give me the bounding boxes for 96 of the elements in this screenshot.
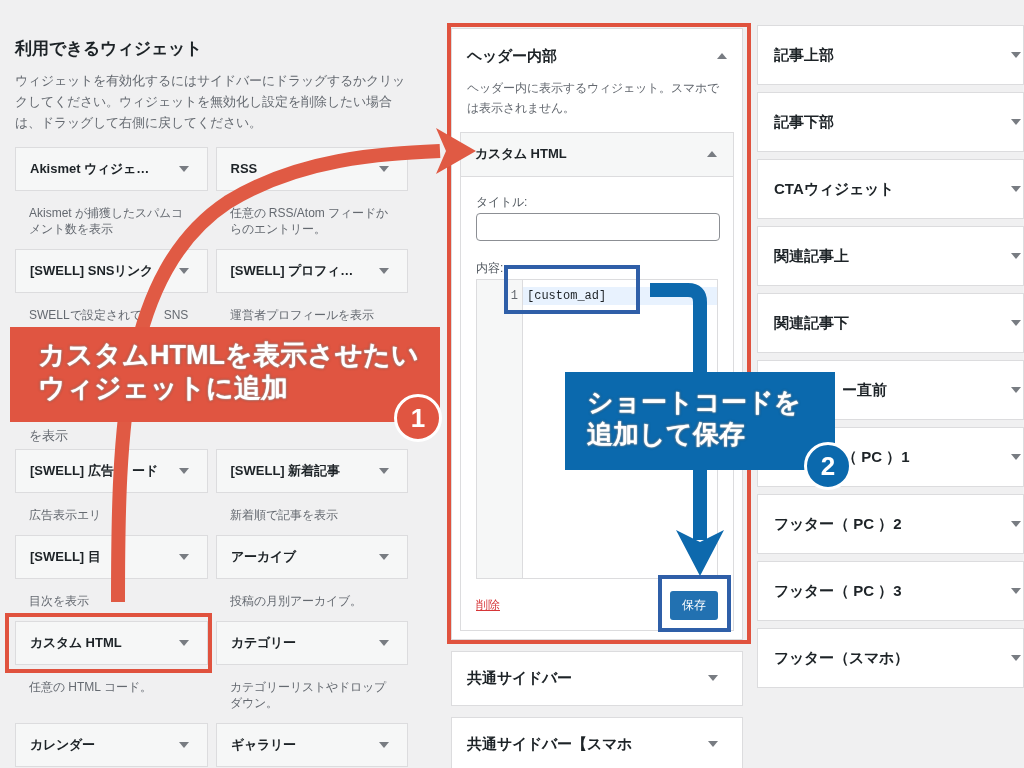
widget-description: Akismet が捕獲したスパムコメント数を表示 <box>29 205 184 237</box>
sidebar-panel[interactable]: CTAウィジェット <box>757 159 1024 219</box>
caret-down-icon[interactable] <box>379 268 389 274</box>
widget-title: RSS <box>230 160 258 179</box>
caret-down-icon[interactable] <box>178 468 189 474</box>
widget-description: を表示 <box>28 426 68 445</box>
sidebar-panel[interactable]: 関連記事下 <box>757 293 1024 353</box>
line-number: 1 <box>509 287 519 305</box>
section-title: 利用できるウィジェット <box>15 38 203 60</box>
widget-item[interactable]: [SWELL] 目 <box>15 535 208 579</box>
panel-title: ー直前 <box>842 379 887 400</box>
panel-title: CTAウィジェット <box>774 178 894 199</box>
caret-down-icon[interactable] <box>178 640 189 646</box>
panel-title: 記事上部 <box>774 44 834 65</box>
field-label: タイトル: <box>476 193 528 211</box>
widget-title: カスタム HTML <box>475 145 567 164</box>
panel-title: フッター（ PC ）2 <box>774 513 902 534</box>
widget-item[interactable]: [SWELL] プロフィ… <box>215 249 408 293</box>
panel-title: ヘッダー内部 <box>467 46 557 66</box>
widget-description: 任意の RSS/Atom フィードからのエントリー。 <box>229 205 390 237</box>
sidebar-panel[interactable]: フッター（スマホ） <box>757 628 1024 688</box>
widget-title: ギャラリー <box>230 736 296 755</box>
caret-down-icon[interactable] <box>1011 253 1021 259</box>
caret-down-icon[interactable] <box>708 741 718 747</box>
panel-description: ヘッダー内に表示するウィジェット。スマホでは表示されません。 <box>466 79 720 117</box>
sidebar-panel[interactable]: 共通サイドバー <box>451 650 743 706</box>
callout-text: カスタムHTMLを表示させたい <box>38 339 419 372</box>
widget-title: カレンダー <box>30 736 95 755</box>
sidebar-panel[interactable]: フッター（ PC ）2 <box>757 494 1024 554</box>
widget-title: アーカイブ <box>230 548 296 567</box>
callout-text: ウィジェットに追加 <box>38 372 288 405</box>
sidebar-panel[interactable]: 記事上部 <box>757 25 1024 85</box>
sidebar-panel[interactable]: フッター（ PC ）3 <box>757 561 1024 621</box>
widget-item[interactable]: [SWELL] 広告 ード <box>15 449 208 493</box>
caret-down-icon[interactable] <box>1011 52 1021 58</box>
sidebar-panel[interactable]: 関連記事上 <box>757 226 1024 286</box>
widget-title: カテゴリー <box>230 634 296 653</box>
caret-down-icon[interactable] <box>379 640 389 646</box>
widget-title: [SWELL] SNSリンク <box>30 262 154 281</box>
panel-title: 共通サイドバー <box>467 667 572 688</box>
caret-down-icon[interactable] <box>1011 119 1021 125</box>
panel-title: 記事下部 <box>774 111 834 132</box>
caret-down-icon[interactable] <box>379 554 389 560</box>
caret-down-icon[interactable] <box>1011 521 1021 527</box>
caret-down-icon[interactable] <box>178 166 189 172</box>
widget-item[interactable]: [SWELL] 新着記事 <box>215 449 408 493</box>
widget-description: 広告表示エリ <box>29 507 101 523</box>
panel-title: フッター（スマホ） <box>774 647 909 668</box>
widget-description: 運営者プロフィールを表示 <box>229 307 374 323</box>
caret-down-icon[interactable] <box>1011 655 1021 661</box>
widget-item[interactable]: カスタム HTML <box>15 621 208 665</box>
widget-item[interactable]: Akismet ウィジェ… <box>15 147 208 191</box>
section-description: ウィジェットを有効化するにはサイドバーにドラッグするかクリックしてください。ウィジェットを無効化し設定を削除したい場合は、ドラッグして右側に戻してください。 <box>15 72 406 132</box>
caret-down-icon[interactable] <box>379 468 389 474</box>
title-input[interactable] <box>476 212 720 241</box>
caret-down-icon[interactable] <box>379 166 389 172</box>
panel-title: 関連記事上 <box>774 245 849 266</box>
caret-down-icon[interactable] <box>708 675 718 681</box>
widget-item[interactable]: アーカイブ <box>215 535 408 579</box>
caret-down-icon[interactable] <box>178 742 189 748</box>
widget-title: [SWELL] 目 <box>30 548 101 567</box>
widget-item[interactable]: カレンダー <box>15 723 208 767</box>
caret-down-icon[interactable] <box>379 742 389 748</box>
caret-down-icon[interactable] <box>178 268 189 274</box>
sidebar-panel[interactable]: 記事下部 <box>757 92 1024 152</box>
caret-down-icon[interactable] <box>1011 186 1021 192</box>
widget-title: ード <box>131 462 158 481</box>
widget-title: カスタム HTML <box>30 634 122 653</box>
delete-link[interactable]: 削除 <box>476 596 500 614</box>
widget-description: 新着順で記事を表示 <box>229 507 338 523</box>
caret-down-icon[interactable] <box>1011 588 1021 594</box>
caret-up-icon[interactable] <box>717 53 727 60</box>
panel-title: フッター（ PC ）3 <box>774 580 902 601</box>
widget-description: 投稿の月別アーカイブ。 <box>229 593 362 609</box>
caret-up-icon[interactable] <box>707 151 717 157</box>
caret-down-icon[interactable] <box>1011 320 1021 326</box>
widget-title: [SWELL] 広告 <box>30 462 114 481</box>
widget-item[interactable]: ギャラリー <box>215 723 408 767</box>
save-button[interactable]: 保存 <box>670 590 718 620</box>
step-badge: 1 <box>394 394 442 442</box>
widget-item[interactable]: カテゴリー <box>215 621 408 665</box>
caret-down-icon[interactable] <box>1011 454 1021 460</box>
widget-description: 任意の HTML コード。 <box>29 679 152 695</box>
panel-title: 共通サイドバー【スマホ <box>467 733 632 754</box>
sidebar-panel[interactable]: 共通サイドバー【スマホ <box>451 716 743 768</box>
field-label: 内容: <box>476 259 504 277</box>
panel-title: 関連記事下 <box>774 312 849 333</box>
caret-down-icon[interactable] <box>1011 387 1021 393</box>
widget-title: [SWELL] プロフィ… <box>230 262 354 281</box>
widget-description: SNS <box>163 307 189 323</box>
widget-description: カテゴリーリストやドロップダウン。 <box>229 679 388 711</box>
caret-down-icon[interactable] <box>178 554 189 560</box>
widget-title: Akismet ウィジェ… <box>30 160 150 179</box>
widget-title: [SWELL] 新着記事 <box>230 462 341 481</box>
widget-item[interactable]: [SWELL] SNSリンク <box>15 249 208 293</box>
widget-description: 目次を表示 <box>29 593 89 609</box>
